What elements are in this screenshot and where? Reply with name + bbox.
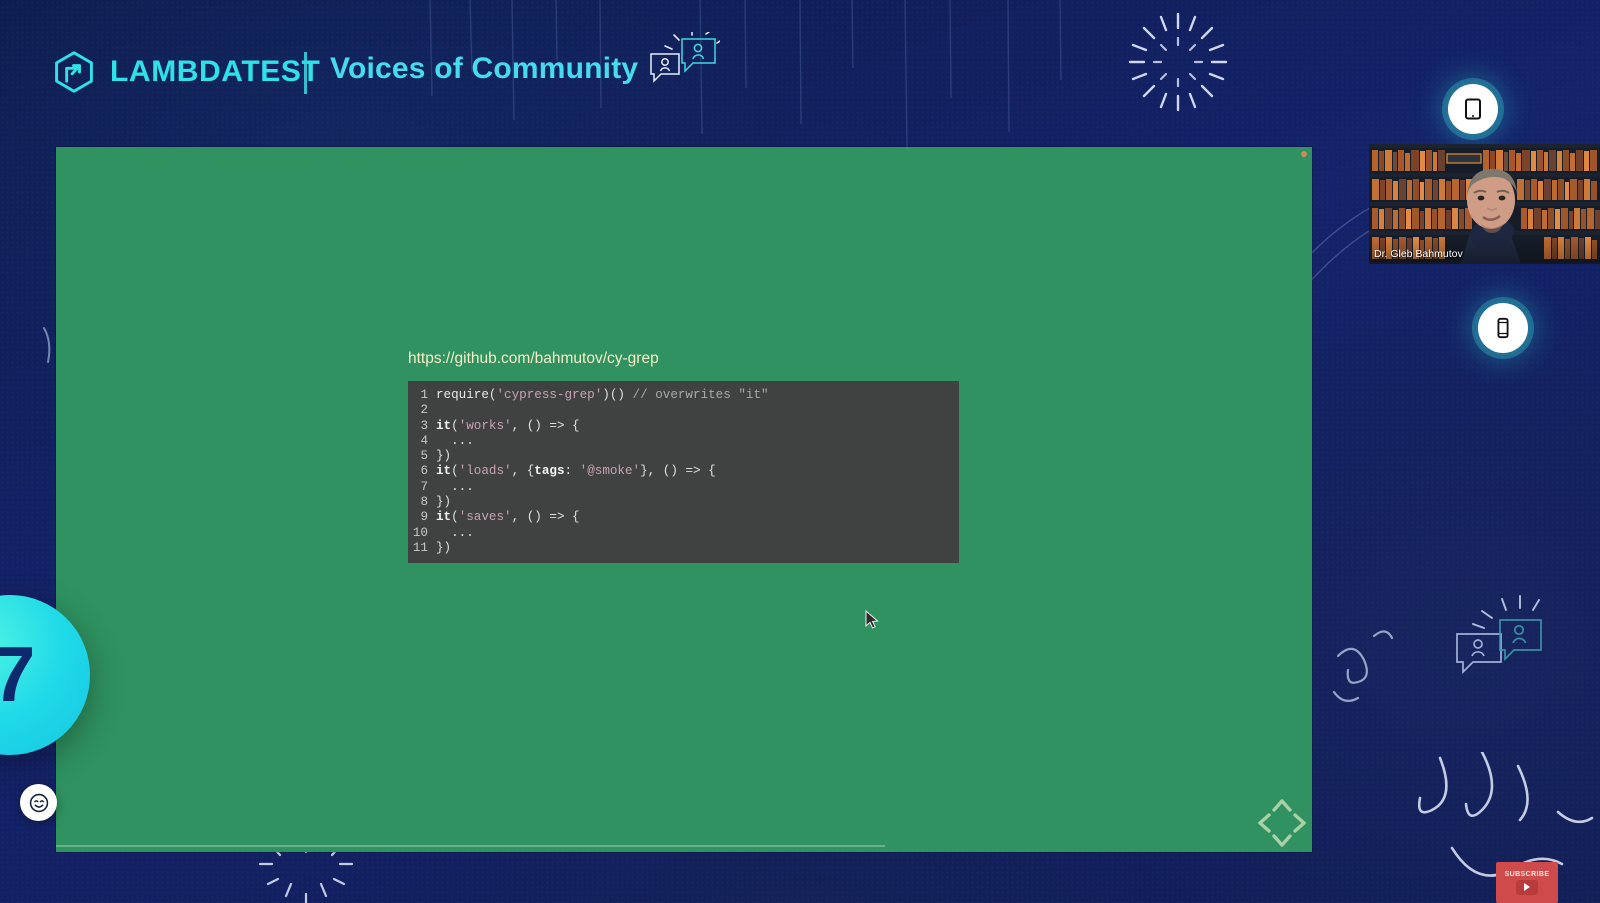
- line-number: 9: [420, 510, 428, 525]
- video-feed-image: [1369, 144, 1600, 264]
- code-text: it('loads', {tags: '@smoke'}, () => {: [436, 464, 716, 479]
- subscribe-label: SUBSCRIBE: [1504, 870, 1550, 878]
- expand-arrows-icon[interactable]: [1256, 797, 1308, 849]
- code-text: }): [436, 495, 452, 510]
- header-divider: [304, 52, 307, 94]
- app-background: LAMBDATEST Voices of Community 7 SUBSCRI…: [0, 0, 1600, 903]
- presentation-progress-bar: [56, 845, 885, 847]
- code-line: 8 }): [408, 495, 959, 510]
- speaker-video-tile[interactable]: Dr. Gleb Bahmutov: [1369, 144, 1600, 264]
- code-text: }): [436, 449, 452, 464]
- code-line: 4 ...: [408, 434, 959, 449]
- code-text: it('works', () => {: [436, 418, 580, 433]
- code-line: 3 it('works', () => {: [408, 419, 959, 434]
- code-text: ...: [436, 525, 474, 540]
- mobile-phone-icon: [1497, 317, 1509, 339]
- broadcast-header: LAMBDATEST Voices of Community: [0, 0, 1600, 150]
- code-text: ...: [436, 433, 474, 448]
- mobile-device-chip[interactable]: [1478, 303, 1528, 353]
- code-line: 9 it('saves', () => {: [408, 510, 959, 525]
- brand-lockup[interactable]: LAMBDATEST: [52, 50, 320, 94]
- community-speech-bubbles-icon: [1456, 595, 1542, 674]
- mouse-pointer-icon: [865, 610, 879, 629]
- brand-name: LAMBDATEST: [110, 55, 321, 88]
- code-line: 11 }): [408, 541, 959, 556]
- reaction-emoji-button[interactable]: [20, 784, 57, 821]
- orb-glyph: 7: [0, 630, 36, 718]
- squiggle-line-icon: [1417, 752, 1594, 889]
- line-number: 3: [420, 418, 428, 433]
- code-line: 5 }): [408, 449, 959, 464]
- code-line: 6 it('loads', {tags: '@smoke'}, () => {: [408, 464, 959, 479]
- code-line: 2: [408, 403, 959, 418]
- code-text: ...: [436, 479, 474, 494]
- shared-screen-region[interactable]: https://github.com/bahmutov/cy-grep 1 re…: [56, 147, 1312, 852]
- code-line: 10 ...: [408, 526, 959, 541]
- participant-name-label: Dr. Gleb Bahmutov: [1374, 248, 1463, 260]
- recording-indicator-dot: [1301, 151, 1307, 157]
- community-speech-bubbles-icon: [650, 32, 720, 83]
- code-line: 7 ...: [408, 480, 959, 495]
- code-snippet-block: 1 require('cypress-grep')() // overwrite…: [408, 381, 959, 564]
- subscribe-button[interactable]: SUBSCRIBE: [1496, 862, 1558, 903]
- line-number: 7: [420, 479, 428, 494]
- line-number: 11: [412, 540, 428, 555]
- youtube-play-icon: [1516, 879, 1538, 895]
- line-number: 10: [412, 525, 428, 540]
- line-number: 6: [420, 464, 428, 479]
- code-text: it('saves', () => {: [436, 510, 580, 525]
- slide-url-text: https://github.com/bahmutov/cy-grep: [408, 350, 659, 367]
- show-title: Voices of Community: [330, 52, 639, 85]
- squiggle-line-icon: [1332, 630, 1394, 703]
- smiley-face-icon: [29, 793, 48, 812]
- line-number: 2: [420, 403, 428, 418]
- line-number: 8: [420, 495, 428, 510]
- line-number: 5: [420, 449, 428, 464]
- line-number: 1: [420, 388, 428, 402]
- line-number: 4: [420, 433, 428, 448]
- code-text: require('cypress-grep')() // overwrites …: [436, 388, 769, 402]
- code-text: }): [436, 540, 452, 555]
- code-line: 1 require('cypress-grep')() // overwrite…: [408, 388, 959, 403]
- lambdatest-hexagon-logo-icon: [55, 51, 93, 93]
